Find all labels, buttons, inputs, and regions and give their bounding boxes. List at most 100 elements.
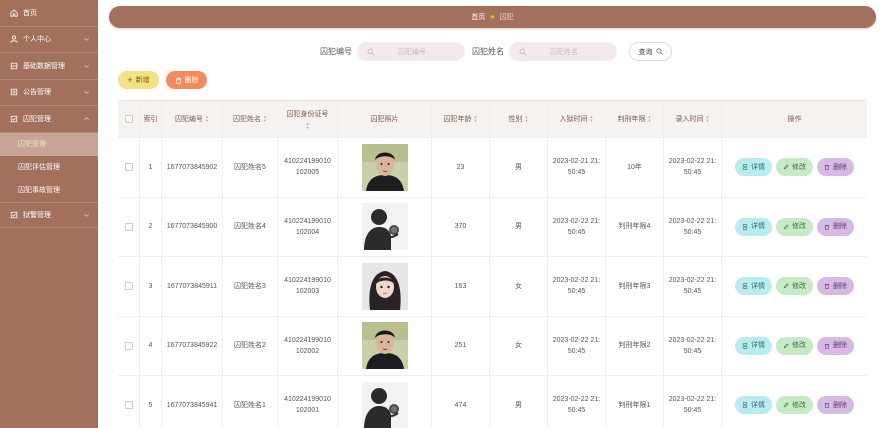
delete-button[interactable]: 删除 bbox=[817, 277, 854, 296]
prisoner-photo[interactable] bbox=[361, 262, 408, 310]
row-checkbox-cell bbox=[118, 376, 140, 428]
row-checkbox-cell bbox=[118, 197, 140, 256]
add-button[interactable]: + 新增 bbox=[118, 71, 159, 89]
header-idcard[interactable]: 囚犯身份证号 ▲ ▼ bbox=[278, 101, 338, 137]
search-label-name: 囚犯姓名 bbox=[472, 47, 504, 56]
detail-button[interactable]: 详情 bbox=[735, 277, 772, 296]
sidebar-item-label: 公告管理 bbox=[23, 89, 51, 97]
delete-button[interactable]: 删除 bbox=[817, 217, 854, 236]
sidebar-item-notice[interactable]: 公告管理 bbox=[0, 80, 98, 106]
row-in-time-line1: 2023-02-22 21: bbox=[552, 217, 601, 225]
search-input-name[interactable]: 囚犯姓名 bbox=[509, 42, 617, 61]
edit-button[interactable]: 修改 bbox=[776, 396, 813, 415]
row-age: 23 bbox=[432, 138, 490, 197]
row-photo-cell bbox=[338, 197, 432, 256]
header-rec-time[interactable]: 录入时间 ▲ ▼ bbox=[664, 101, 722, 137]
edit-button[interactable]: 修改 bbox=[776, 277, 813, 296]
detail-button-label: 详情 bbox=[751, 282, 765, 290]
row-sex: 男 bbox=[490, 138, 548, 197]
sort-icon: ▲ ▼ bbox=[589, 114, 594, 123]
row-rec-time-line1: 2023-02-22 21: bbox=[668, 277, 717, 285]
header-no-label: 囚犯编号 bbox=[175, 115, 204, 123]
prisoner-photo[interactable] bbox=[361, 203, 408, 251]
user-icon bbox=[9, 35, 18, 44]
row-checkbox[interactable] bbox=[124, 401, 133, 410]
row-idcard-line2: 102002 bbox=[295, 347, 320, 355]
header-sex[interactable]: 性别 ▲ ▼ bbox=[490, 101, 548, 137]
sidebar-item-basedata[interactable]: 基础数据管理 bbox=[0, 53, 98, 80]
chevron-down-icon bbox=[84, 64, 89, 68]
sidebar-item-home[interactable]: 首页 bbox=[0, 0, 98, 27]
delete-button[interactable]: 删除 bbox=[817, 396, 854, 415]
batch-delete-button[interactable]: 删除 bbox=[166, 71, 207, 89]
detail-button[interactable]: 详情 bbox=[735, 336, 772, 355]
search-button[interactable]: 查询 bbox=[629, 42, 672, 61]
select-all-checkbox[interactable] bbox=[124, 115, 133, 123]
row-rec-time-line2: 50:45 bbox=[683, 407, 702, 415]
row-checkbox[interactable] bbox=[124, 341, 133, 350]
header-no[interactable]: 囚犯编号 ▲ ▼ bbox=[162, 101, 223, 137]
prisoner-photo[interactable] bbox=[361, 381, 408, 428]
prisoner-photo[interactable] bbox=[361, 322, 408, 370]
row-name: 囚犯姓名5 bbox=[223, 138, 278, 197]
sidebar-item-guard[interactable]: 狱警管理 bbox=[0, 201, 98, 228]
search-placeholder-no: 囚犯编号 bbox=[398, 48, 426, 56]
trash-icon bbox=[824, 284, 830, 289]
search-button-label: 查询 bbox=[638, 48, 653, 56]
sidebar: 首页 个人中心 基础数据管理 公告管理 囚犯管理 囚犯管理 囚犯评估管理 囚犯事… bbox=[0, 0, 98, 428]
sort-icon: ▲ ▼ bbox=[473, 114, 478, 123]
edit-button[interactable]: 修改 bbox=[776, 336, 813, 355]
sidebar-item-prisoner[interactable]: 囚犯管理 bbox=[0, 106, 98, 133]
row-checkbox-cell bbox=[118, 316, 140, 375]
chevron-down-icon bbox=[84, 38, 89, 42]
row-checkbox[interactable] bbox=[124, 282, 133, 291]
delete-button[interactable]: 删除 bbox=[817, 336, 854, 355]
trash-icon bbox=[175, 76, 181, 84]
sidebar-subitem-prisoner-incident[interactable]: 囚犯事故管理 bbox=[0, 179, 98, 202]
detail-button[interactable]: 详情 bbox=[735, 158, 772, 177]
sidebar-subitem-prisoner-manage[interactable]: 囚犯管理 bbox=[0, 132, 98, 156]
delete-button-label: 删除 bbox=[833, 401, 847, 409]
header-rec-time-label: 录入时间 bbox=[675, 115, 704, 123]
edit-button-label: 修改 bbox=[792, 163, 806, 171]
row-checkbox[interactable] bbox=[124, 163, 133, 172]
detail-button[interactable]: 详情 bbox=[735, 217, 772, 236]
row-checkbox[interactable] bbox=[124, 222, 133, 231]
sort-icon: ▲ ▼ bbox=[205, 114, 209, 123]
row-in-time-line1: 2023-02-22 21: bbox=[552, 336, 601, 344]
prisoner-photo[interactable] bbox=[361, 143, 408, 191]
star-icon: ★ bbox=[489, 14, 496, 21]
detail-button-label: 详情 bbox=[751, 223, 765, 231]
row-age: 474 bbox=[432, 376, 490, 428]
edit-button[interactable]: 修改 bbox=[776, 217, 813, 236]
sidebar-subitem-prisoner-assess[interactable]: 囚犯评估管理 bbox=[0, 156, 98, 179]
header-term[interactable]: 判刑年限 ▲ ▼ bbox=[606, 101, 664, 137]
row-name: 囚犯姓名2 bbox=[223, 316, 278, 375]
row-idcard-line1: 410224199010 bbox=[284, 158, 331, 166]
search-input-no[interactable]: 囚犯编号 bbox=[357, 42, 465, 61]
sidebar-item-label: 个人中心 bbox=[23, 36, 51, 44]
sort-icon: ▲ ▼ bbox=[263, 114, 267, 123]
search-label-no: 囚犯编号 bbox=[320, 47, 352, 56]
database-icon bbox=[9, 61, 18, 70]
row-no: 1677073845911 bbox=[162, 257, 223, 316]
search-bar: 囚犯编号 囚犯编号 囚犯姓名 囚犯姓名 查询 bbox=[320, 42, 672, 61]
breadcrumb-home[interactable]: 首页 bbox=[471, 12, 485, 22]
edit-button-label: 修改 bbox=[792, 282, 806, 290]
row-checkbox-cell bbox=[118, 257, 140, 316]
row-idcard-line1: 410224199010 bbox=[284, 277, 331, 285]
header-name[interactable]: 囚犯姓名 ▲ ▼ bbox=[223, 101, 278, 137]
sidebar-item-label: 基础数据管理 bbox=[23, 62, 65, 70]
delete-button[interactable]: 删除 bbox=[817, 158, 854, 177]
chevron-down-icon bbox=[84, 91, 89, 95]
header-checkbox-cell bbox=[118, 101, 140, 137]
row-in-time-line2: 50:45 bbox=[567, 169, 586, 177]
sidebar-item-profile[interactable]: 个人中心 bbox=[0, 27, 98, 53]
header-in-time[interactable]: 入狱时间 ▲ ▼ bbox=[548, 101, 606, 137]
document-icon bbox=[742, 343, 748, 349]
detail-button[interactable]: 详情 bbox=[735, 396, 772, 415]
row-age: 163 bbox=[432, 257, 490, 316]
header-age[interactable]: 囚犯年龄 ▲ ▼ bbox=[432, 101, 490, 137]
delete-button-label: 删除 bbox=[833, 223, 847, 231]
edit-button[interactable]: 修改 bbox=[776, 158, 813, 177]
